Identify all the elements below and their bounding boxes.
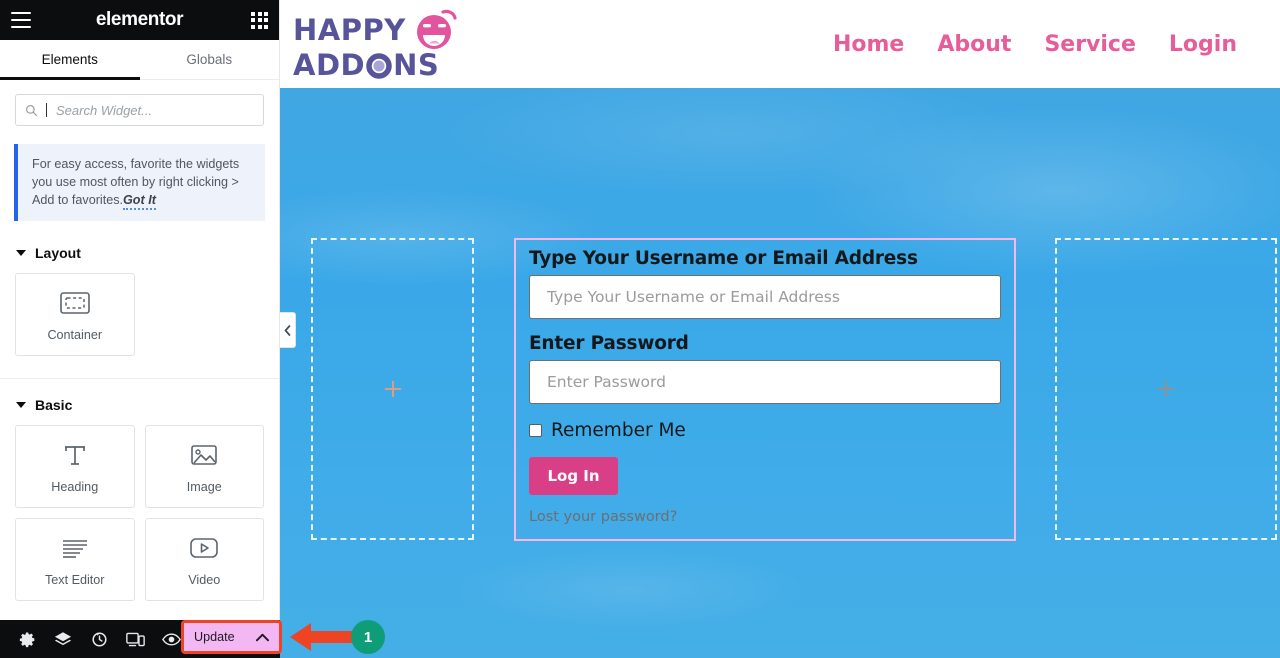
elementor-brand-title: elementor — [95, 9, 184, 30]
widget-heading-label: Heading — [51, 479, 99, 494]
panel-body: Search Widget... For easy access, favori… — [0, 80, 279, 658]
update-button[interactable]: Update — [184, 623, 279, 651]
panel-collapse-toggle[interactable] — [280, 312, 296, 348]
section-basic-widgets: Heading Image Text Editor Video — [0, 425, 279, 601]
section-layout: Layout Container — [0, 245, 279, 356]
widget-heading[interactable]: Heading — [15, 425, 135, 508]
log-in-button-label: Log In — [547, 467, 600, 485]
section-basic-header[interactable]: Basic — [0, 397, 279, 413]
search-widget-wrap: Search Widget... — [0, 80, 279, 136]
remember-me-row[interactable]: Remember Me — [529, 420, 1003, 441]
lost-password-link[interactable]: Lost your password? — [529, 509, 677, 525]
elementor-panel: elementor Elements Globals Search Widget… — [0, 0, 280, 658]
step-annotation: 1 — [288, 618, 385, 656]
nav-item-about[interactable]: About — [937, 32, 1011, 57]
password-label: Enter Password — [529, 333, 689, 354]
text-editor-icon — [60, 533, 90, 563]
login-form-widget[interactable]: Type Your Username or Email Address Type… — [514, 238, 1016, 541]
logo-text-add: ADD — [293, 47, 366, 82]
responsive-devices-icon[interactable] — [117, 620, 153, 658]
widget-video[interactable]: Video — [144, 518, 264, 601]
chevron-left-icon — [284, 324, 291, 336]
text-caret — [46, 103, 47, 117]
search-icon — [25, 104, 38, 116]
empty-container-right[interactable] — [1055, 238, 1277, 540]
site-header: HAPPY ADD NS Home About Service Login — [280, 0, 1280, 88]
section-basic: Basic Heading Image Text Editor Video — [0, 397, 279, 601]
update-button-label: Update — [194, 630, 235, 644]
plus-icon[interactable] — [384, 381, 401, 397]
chevron-down-icon — [16, 402, 26, 408]
remember-me-label: Remember Me — [551, 420, 686, 441]
section-basic-title: Basic — [35, 397, 73, 413]
password-placeholder: Enter Password — [547, 373, 666, 391]
username-placeholder: Type Your Username or Email Address — [547, 288, 840, 306]
heading-icon — [61, 440, 89, 470]
panel-header: elementor — [0, 0, 279, 40]
apps-grid-icon[interactable] — [251, 11, 268, 29]
log-in-button[interactable]: Log In — [529, 457, 618, 495]
nav-item-login[interactable]: Login — [1169, 32, 1237, 57]
update-button-highlight: Update — [181, 620, 282, 654]
favorites-notice: For easy access, favorite the widgets yo… — [14, 144, 265, 221]
page-hero-section: Type Your Username or Email Address Type… — [280, 88, 1280, 658]
site-nav: Home About Service Login — [833, 32, 1237, 57]
video-icon — [189, 533, 219, 563]
layers-navigator-icon[interactable] — [45, 620, 81, 658]
section-layout-widgets: Container — [0, 273, 279, 356]
widget-video-label: Video — [188, 572, 221, 587]
chevron-down-icon — [16, 250, 26, 256]
tab-globals[interactable]: Globals — [140, 40, 280, 79]
logo-o-ring-icon — [366, 53, 392, 79]
editor-canvas: HAPPY ADD NS Home About Service Login Ty… — [280, 0, 1280, 658]
username-label: Type Your Username or Email Address — [529, 248, 918, 269]
arrow-left-icon — [290, 623, 354, 651]
widget-image[interactable]: Image — [144, 425, 264, 508]
got-it-link[interactable]: Got It — [123, 193, 156, 210]
chevron-up-icon[interactable] — [256, 633, 269, 642]
logo-text-ns: NS — [393, 47, 440, 82]
remember-me-checkbox[interactable] — [529, 424, 542, 437]
section-layout-title: Layout — [35, 245, 81, 261]
section-layout-header[interactable]: Layout — [0, 245, 279, 261]
widget-text-editor[interactable]: Text Editor — [15, 518, 135, 601]
section-divider — [0, 378, 279, 379]
widget-text-editor-label: Text Editor — [45, 572, 105, 587]
hamburger-icon[interactable] — [11, 12, 31, 28]
step-badge: 1 — [351, 620, 385, 654]
happy-wink-face-icon — [416, 9, 457, 49]
password-input[interactable]: Enter Password — [529, 360, 1001, 404]
search-placeholder: Search Widget... — [56, 102, 152, 118]
nav-item-service[interactable]: Service — [1044, 32, 1135, 57]
image-icon — [190, 440, 218, 470]
widget-container-label: Container — [47, 327, 103, 342]
logo-text-happy: HAPPY — [293, 12, 406, 47]
widget-container[interactable]: Container — [15, 273, 135, 356]
container-icon — [59, 288, 90, 318]
search-input[interactable]: Search Widget... — [15, 94, 264, 126]
settings-gear-icon[interactable] — [9, 620, 45, 658]
plus-icon[interactable] — [1158, 381, 1174, 397]
nav-item-home[interactable]: Home — [833, 32, 904, 57]
tab-elements[interactable]: Elements — [0, 40, 140, 80]
widget-image-label: Image — [186, 479, 222, 494]
username-input[interactable]: Type Your Username or Email Address — [529, 275, 1001, 319]
elementor-editor-window: HAPPY ADD NS Home About Service Login Ty… — [0, 0, 1280, 658]
site-logo[interactable]: HAPPY ADD NS — [293, 9, 458, 79]
empty-container-left[interactable] — [311, 238, 474, 540]
panel-tabs: Elements Globals — [0, 40, 279, 80]
history-clock-icon[interactable] — [81, 620, 117, 658]
